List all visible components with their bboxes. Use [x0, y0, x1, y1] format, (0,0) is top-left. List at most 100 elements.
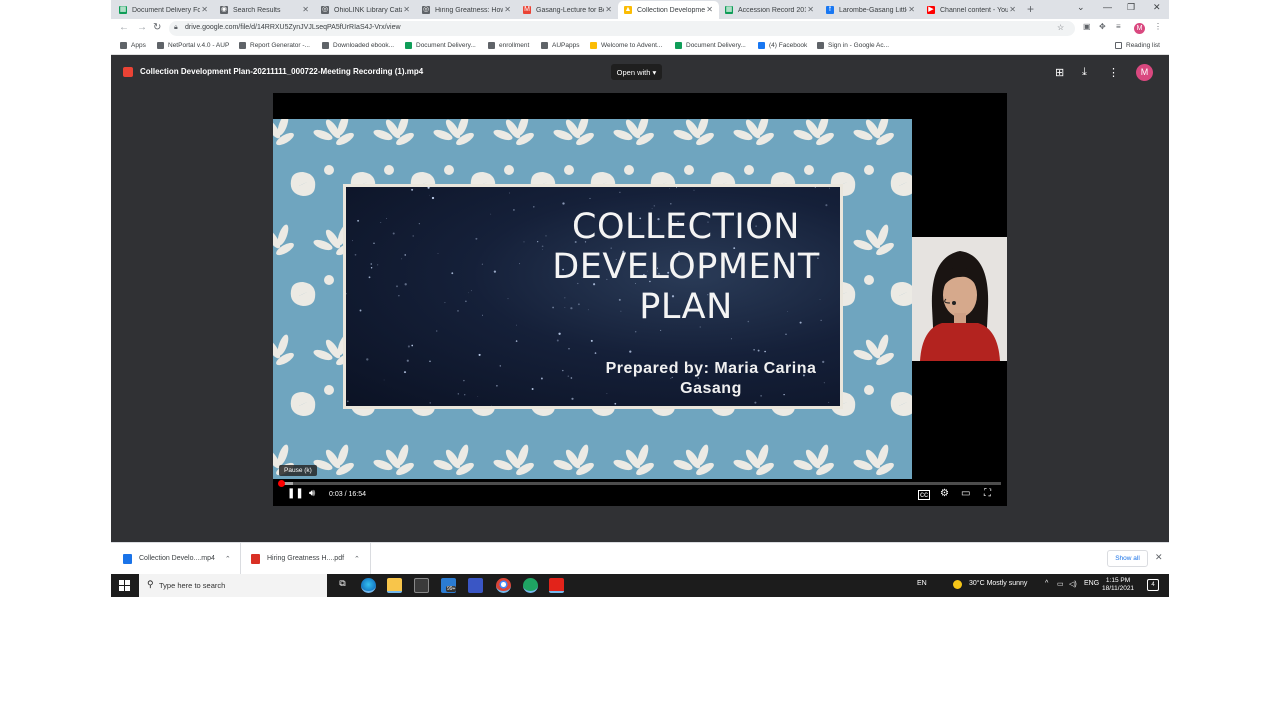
fullscreen-icon[interactable]: ⛶: [984, 488, 991, 499]
download-item-1[interactable]: Collection Develo....mp4 ⌃: [111, 543, 241, 574]
taskbar-clock[interactable]: 1:15 PM 18/11/2021: [1102, 577, 1134, 593]
tray-chevron-icon[interactable]: ^: [1045, 580, 1048, 587]
tab-title: Document Delivery Fo: [132, 6, 200, 14]
bookmark-item[interactable]: AUPapps: [541, 42, 579, 49]
bookmark-item[interactable]: Welcome to Advent...: [590, 42, 662, 49]
tab-title: Search Results: [233, 6, 281, 14]
extension-icon[interactable]: ▣: [1083, 22, 1091, 31]
tab-close-icon[interactable]: ✕: [403, 5, 410, 14]
bookmark-favicon-icon: [157, 42, 164, 49]
weather-text[interactable]: 30°C Mostly sunny: [969, 580, 1027, 587]
bookmark-label: Report Generator -...: [250, 42, 310, 49]
app-icon[interactable]: [468, 578, 483, 593]
tab-close-icon[interactable]: ✕: [807, 5, 814, 14]
bookmark-item[interactable]: enrollment: [488, 42, 529, 49]
restore-icon[interactable]: ❐: [1127, 2, 1135, 13]
download-item-2[interactable]: Hiring Greatness H....pdf ⌃: [241, 543, 371, 574]
video-player[interactable]: COLLECTION DEVELOPMENT PLAN Prepared by:…: [273, 93, 1007, 506]
browser-tab[interactable]: ◎ OhioLINK Library Cata ✕: [315, 1, 416, 19]
input-language-short[interactable]: EN: [917, 580, 927, 587]
media-icon[interactable]: ≡: [1116, 22, 1121, 31]
close-window-icon[interactable]: ✕: [1153, 2, 1161, 13]
tab-close-icon[interactable]: ✕: [504, 5, 511, 14]
progress-bar[interactable]: [278, 480, 1001, 487]
pause-icon[interactable]: ❚❚: [287, 488, 304, 499]
bookmark-favicon-icon: [322, 42, 329, 49]
chevron-up-icon[interactable]: ⌃: [354, 555, 360, 563]
address-bar[interactable]: 🔒︎ drive.google.com/file/d/14RRXU5ZynJVJ…: [169, 21, 1075, 36]
acrobat-icon[interactable]: [549, 578, 564, 593]
bookmark-item[interactable]: Document Delivery...: [405, 42, 476, 49]
bookmark-favicon-icon: [239, 42, 246, 49]
back-icon[interactable]: ←: [119, 22, 129, 33]
input-language[interactable]: ENG: [1084, 580, 1099, 587]
tab-close-icon[interactable]: ✕: [706, 5, 713, 14]
tab-close-icon[interactable]: ✕: [302, 5, 309, 14]
open-with-button[interactable]: Open with ▾: [611, 64, 662, 80]
chevron-up-icon[interactable]: ⌃: [225, 555, 231, 563]
puzzle-icon[interactable]: ✥: [1099, 22, 1106, 31]
browser-tab[interactable]: ▦ Document Delivery Fo ✕: [113, 1, 214, 19]
file-explorer-icon[interactable]: [387, 578, 402, 593]
drive-viewer: Collection Development Plan-20211111_000…: [111, 55, 1169, 542]
menu-icon[interactable]: ⋮: [1154, 22, 1162, 31]
browser-tab[interactable]: ▦ Accession Record 201 ✕: [719, 1, 820, 19]
slide-title-line-1: COLLECTION: [572, 207, 800, 247]
tab-close-icon[interactable]: ✕: [605, 5, 612, 14]
chrome-icon[interactable]: [496, 578, 511, 593]
miniplayer-icon[interactable]: ▭: [961, 488, 970, 499]
browser-tab[interactable]: ◉ Search Results ✕: [214, 1, 315, 19]
taskbar-search[interactable]: ⚲ Type here to search: [139, 574, 327, 597]
browser-tab[interactable]: f Larombe-Gasang Little ✕: [820, 1, 921, 19]
slide: COLLECTION DEVELOPMENT PLAN Prepared by:…: [273, 119, 912, 479]
store-icon[interactable]: [414, 578, 429, 593]
browser-tab[interactable]: ◎ Hiring Greatness: How ✕: [416, 1, 517, 19]
bookmark-item[interactable]: NetPortal v.4.0 - AUP: [157, 42, 229, 49]
bookmark-star-icon[interactable]: ☆: [1057, 23, 1064, 32]
bookmark-item[interactable]: Report Generator -...: [239, 42, 310, 49]
download-icon[interactable]: ⤓: [1082, 66, 1087, 79]
tab-close-icon[interactable]: ✕: [201, 5, 208, 14]
tab-favicon-icon: ▲: [624, 6, 632, 14]
bookmark-favicon-icon: [817, 42, 824, 49]
url-text: drive.google.com/file/d/14RRXU5ZynJVJLse…: [185, 24, 401, 31]
network-icon[interactable]: ▭: [1057, 580, 1064, 588]
windows-start-icon[interactable]: [119, 580, 130, 591]
tab-close-icon[interactable]: ✕: [1009, 5, 1016, 14]
more-options-icon[interactable]: ⋮: [1108, 66, 1119, 79]
captions-icon[interactable]: cc: [918, 490, 930, 500]
tab-title: OhioLINK Library Cata: [334, 6, 402, 14]
tab-title: Collection Developme: [637, 6, 705, 14]
file-icon: [123, 553, 132, 564]
minimize-icon[interactable]: —: [1103, 2, 1112, 12]
account-avatar[interactable]: M: [1136, 64, 1153, 81]
profile-avatar[interactable]: M: [1134, 23, 1145, 34]
close-icon[interactable]: ✕: [1155, 552, 1163, 563]
tab-close-icon[interactable]: ✕: [908, 5, 915, 14]
browser-tab[interactable]: ▲ Collection Developme ✕: [618, 1, 719, 19]
new-tab-button[interactable]: +: [1027, 2, 1034, 16]
forward-icon[interactable]: →: [137, 22, 147, 33]
browser-tab[interactable]: M Gasang-Lecture for Bo ✕: [517, 1, 618, 19]
bookmark-item[interactable]: (4) Facebook: [758, 42, 807, 49]
tab-search-icon[interactable]: ⌄: [1077, 2, 1085, 13]
speaker-icon[interactable]: ◁): [1069, 580, 1077, 588]
bookmark-item[interactable]: Apps: [120, 42, 146, 49]
bookmark-label: enrollment: [499, 42, 530, 49]
settings-gear-icon[interactable]: ⚙: [940, 488, 949, 499]
bookmark-item[interactable]: Document Delivery...: [675, 42, 746, 49]
meeting-app-icon[interactable]: [523, 578, 538, 593]
bookmark-item[interactable]: Downloaded ebook...: [322, 42, 394, 49]
reload-icon[interactable]: ↻: [153, 22, 161, 33]
volume-icon[interactable]: 🔊︎: [309, 488, 315, 499]
browser-tab[interactable]: ▶ Channel content - You ✕: [921, 1, 1022, 19]
edge-icon[interactable]: [361, 578, 376, 593]
bookmark-item[interactable]: Sign in - Google Ac...: [817, 42, 889, 49]
notification-icon[interactable]: 4: [1147, 579, 1159, 591]
show-all-button[interactable]: Show all: [1107, 550, 1148, 567]
progress-scrubber[interactable]: [278, 480, 286, 487]
mail-icon[interactable]: 99+: [441, 578, 457, 593]
add-to-drive-icon[interactable]: ⊞: [1055, 66, 1064, 79]
reading-list[interactable]: Reading list: [1115, 42, 1160, 49]
task-view-icon[interactable]: ⧉: [335, 578, 350, 593]
